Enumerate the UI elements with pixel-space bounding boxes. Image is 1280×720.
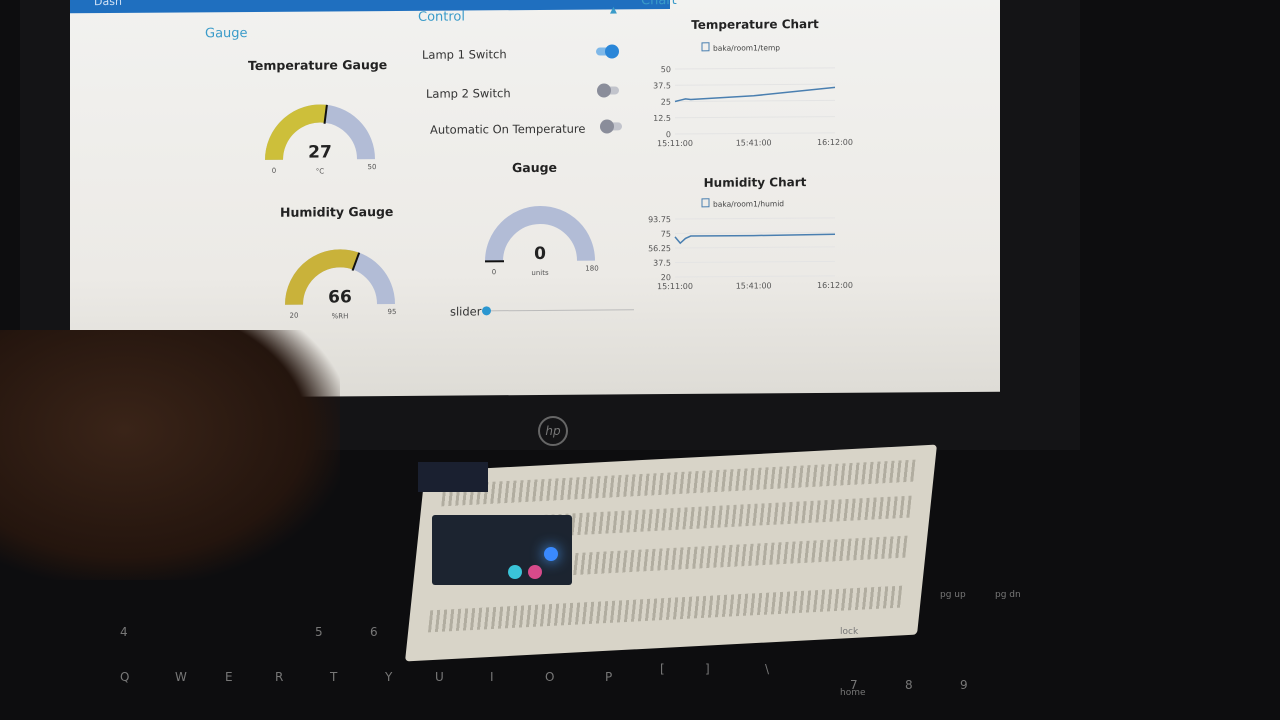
gauge-max: 95 [388,308,397,316]
hp-logo: hp [538,416,568,446]
y-tick: 56.25 [648,244,671,253]
y-tick: 25 [661,98,671,107]
temperature-chart: Temperature Chart baka/room1/temp 50 37.5 25… [653,18,853,148]
key: [ [660,662,665,676]
gauge-value: 0 [534,244,546,264]
series-line [674,233,836,245]
x-tick: 15:11:00 [657,139,693,148]
gauge-max: 50 [368,163,377,171]
led-blue [544,547,558,561]
legend-label: baka/room1/humid [713,199,784,208]
key: home [840,688,866,698]
key: 4 [120,625,128,639]
key: pg up [940,590,966,600]
key: W [175,670,187,684]
key: 9 [960,678,968,692]
key: U [435,670,444,684]
key: Q [120,670,130,684]
temperature-gauge: 27 0 50 °C [265,104,377,176]
key: pg dn [995,590,1021,600]
gauge-value: 66 [328,287,352,307]
x-tick: 16:12:00 [817,138,853,147]
x-tick: 15:41:00 [736,138,772,147]
switch-label-lamp2: Lamp 2 Switch [426,86,511,101]
humidity-chart: Humidity Chart baka/room1/humid 93.75 75 56.… [648,176,853,291]
grid-line [675,99,835,103]
legend-label: baka/room1/temp [713,43,780,52]
legend-swatch [701,42,710,52]
grid-line [675,275,835,278]
group-gauge-label: Gauge [205,26,248,42]
y-tick: 12.5 [653,114,671,123]
gauge-unit: °C [316,167,324,175]
chart-title: Humidity Chart [704,176,807,190]
grid-line [675,116,835,119]
grid-line [675,260,835,264]
gauge-value: 27 [308,142,332,162]
key: P [605,670,613,684]
switch-label-automatic: Automatic On Temperature [430,121,586,137]
temperature-gauge-title: Temperature Gauge [248,57,388,74]
key: \ [765,662,770,676]
collapse-arrow-icon[interactable]: ▲ [610,5,617,15]
key: E [225,670,233,684]
humidity-gauge-title: Humidity Gauge [280,203,394,220]
gauge-min: 20 [290,312,299,320]
dht-sensor [418,462,488,492]
slider-label: slider [450,304,482,319]
legend-swatch [701,198,710,208]
chart-title: Temperature Chart [691,18,819,32]
key: T [330,670,338,684]
switch-label-lamp1: Lamp 1 Switch [422,47,507,62]
automatic-switch[interactable] [600,119,622,134]
hand [0,330,340,580]
servo-gauge-title: Gauge [512,159,558,176]
lamp1-switch[interactable] [596,44,619,59]
key: I [490,670,494,684]
y-tick: 0 [666,130,671,139]
x-tick: 15:11:00 [657,282,693,291]
key: ] [705,662,710,676]
slider-handle[interactable] [482,306,491,316]
led-red [528,565,542,579]
key: Y [385,670,393,684]
y-tick: 93.75 [648,215,671,224]
x-tick: 15:41:00 [736,281,772,290]
key: lock [840,627,859,637]
gauge-min: 0 [492,268,496,276]
header-title: Dash [94,0,122,9]
key: 5 [315,625,323,639]
gauge-unit: units [531,269,549,277]
y-tick: 20 [661,273,671,282]
y-tick: 37.5 [653,81,671,90]
led-cyan [508,565,522,579]
humidity-gauge: 66 20 95 %RH [285,249,397,320]
grid-line [675,217,835,220]
y-tick: 75 [661,230,671,239]
x-tick: 16:12:00 [817,281,853,290]
grid-line [675,67,835,70]
group-control-label: Control [418,9,465,25]
grid-line [675,132,835,135]
y-tick: 50 [661,65,671,74]
grid-line [675,231,835,235]
grid-line [675,83,835,86]
y-tick: 37.5 [653,259,671,268]
servo-gauge: 0 0 180 units [485,205,599,277]
lamp2-switch[interactable] [597,83,619,98]
key: 6 [370,625,378,639]
key: O [545,670,555,684]
group-chart-label: Chart [641,0,677,9]
slider-track[interactable] [486,309,634,312]
key: R [275,670,284,684]
gauge-max: 180 [585,265,598,273]
gauge-unit: %RH [332,312,349,320]
gauge-min: 0 [272,167,276,175]
keyboard: Q W E R T Y U I O P[] \ 7 8 9 4 5 6 pg up pg dn lock home [90,590,1090,720]
key: 8 [905,678,913,692]
dashboard-header: Dash [70,0,670,14]
grid-line [675,246,835,249]
series-line [674,86,836,103]
